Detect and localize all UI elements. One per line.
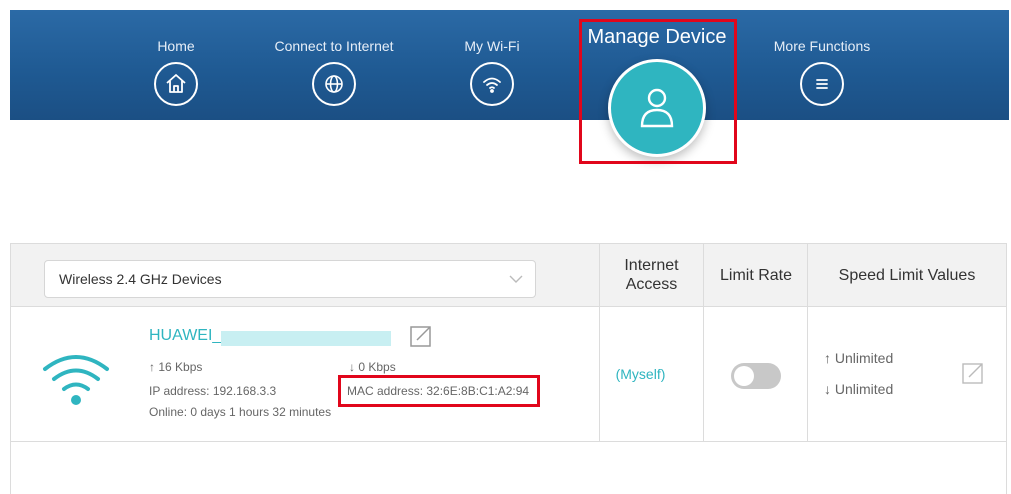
device-row: HUAWEI_ ↑ 16 Kbps ↓ 0 Kbps IP address: 1… — [11, 306, 1006, 442]
table-header: Wireless 2.4 GHz Devices Internet Access… — [11, 244, 1006, 307]
device-list-panel: Wireless 2.4 GHz Devices Internet Access… — [10, 243, 1007, 494]
top-navigation: Home Connect to Internet My Wi-Fi More F… — [10, 10, 1009, 120]
device-type-dropdown[interactable]: Wireless 2.4 GHz Devices — [44, 260, 536, 298]
upload-limit-value: Unlimited — [834, 350, 894, 366]
wifi-signal-icon — [43, 355, 109, 405]
arrow-up-icon: ↑ — [824, 350, 831, 366]
wifi-icon — [470, 62, 514, 106]
limit-rate-toggle[interactable] — [731, 363, 781, 389]
edit-name-icon[interactable] — [409, 324, 433, 348]
globe-icon — [312, 62, 356, 106]
internet-access-myself[interactable]: (Myself) — [589, 366, 692, 382]
menu-icon — [800, 62, 844, 106]
upload-speed: ↑ 16 Kbps — [149, 360, 202, 374]
upload-speed-value: 16 Kbps — [158, 360, 203, 374]
nav-home-label: Home — [157, 38, 195, 54]
mac-address: MAC address: 32:6E:8B:C1:A2:94 — [347, 384, 530, 398]
nav-manage-device-label: Manage Device — [587, 26, 727, 48]
device-name: HUAWEI_ — [149, 327, 222, 344]
header-internet-access: Internet Access — [624, 257, 679, 293]
download-speed: ↓ 0 Kbps — [349, 360, 396, 374]
chevron-down-icon — [509, 275, 523, 283]
nav-my-wifi[interactable]: My Wi-Fi — [432, 38, 552, 106]
download-speed-value: 0 Kbps — [358, 360, 396, 374]
nav-wifi-label: My Wi-Fi — [464, 38, 520, 54]
nav-more-label: More Functions — [773, 38, 871, 54]
arrow-up-icon: ↑ — [149, 360, 155, 374]
ip-address: IP address: 192.168.3.3 — [149, 384, 277, 398]
header-speed-limit-values: Speed Limit Values — [838, 266, 976, 284]
nav-home[interactable]: Home — [116, 38, 236, 106]
nav-connect-label: Connect to Internet — [274, 38, 394, 54]
arrow-down-icon: ↓ — [824, 381, 831, 397]
header-limit-rate: Limit Rate — [719, 266, 793, 284]
nav-more-functions[interactable]: More Functions — [762, 38, 882, 106]
toggle-knob — [734, 366, 754, 386]
download-limit-value: Unlimited — [834, 381, 894, 397]
upload-limit: ↑ Unlimited — [824, 350, 893, 366]
home-icon — [154, 62, 198, 106]
download-limit: ↓ Unlimited — [824, 381, 893, 397]
redacted-name-mask — [221, 331, 391, 346]
edit-speed-limit-icon[interactable] — [961, 361, 985, 385]
online-time: Online: 0 days 1 hours 32 minutes — [149, 405, 332, 419]
nav-connect-to-internet[interactable]: Connect to Internet — [274, 38, 394, 106]
device-type-selected: Wireless 2.4 GHz Devices — [59, 271, 222, 287]
arrow-down-icon: ↓ — [349, 360, 355, 374]
user-icon — [608, 59, 706, 157]
nav-manage-device[interactable]: Manage Device — [580, 22, 734, 162]
